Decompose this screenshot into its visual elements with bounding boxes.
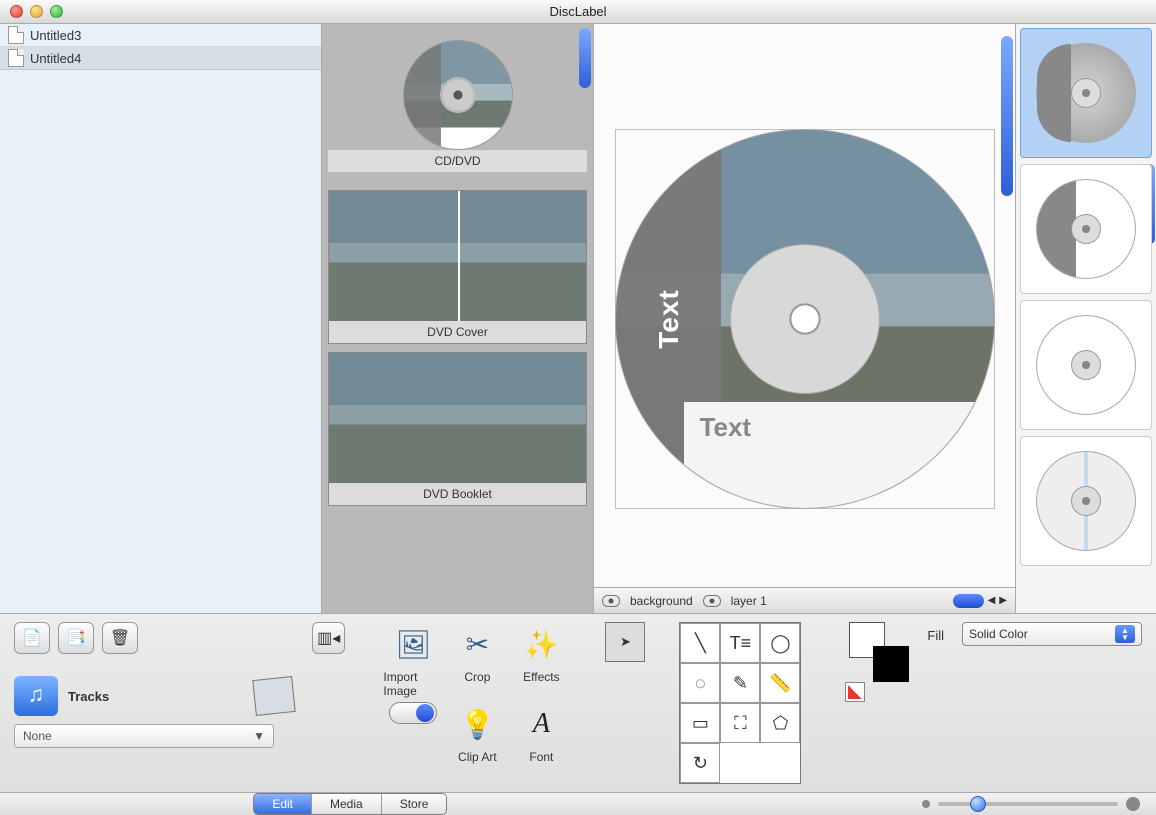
window-title: DiscLabel [0, 4, 1156, 19]
disc-preview[interactable]: Text Text [615, 129, 995, 509]
arc-tool[interactable]: ◌ [680, 663, 720, 703]
gallery-item[interactable] [1020, 28, 1152, 158]
effects-button[interactable]: ✨Effects [511, 622, 571, 698]
prev-layer-button[interactable]: ◀ [988, 595, 996, 606]
layer-indicator[interactable] [953, 594, 984, 608]
visibility-toggle-icon[interactable] [703, 595, 721, 607]
zoom-knob[interactable] [970, 796, 986, 812]
new-document-button[interactable]: 📄 [14, 622, 50, 654]
toggle-switch[interactable] [383, 702, 443, 764]
color-swatches[interactable] [849, 622, 909, 682]
selection-tool[interactable]: ➤ [605, 622, 645, 662]
scrollbar[interactable] [1001, 36, 1013, 196]
document-name: Untitled3 [30, 28, 81, 43]
rotate-tool[interactable]: ↻ [680, 743, 720, 783]
template-dvd-booklet[interactable]: + ✕ DVD Booklet [328, 352, 587, 506]
clipart-button[interactable]: 💡Clip Art [447, 702, 507, 764]
document-row[interactable]: Untitled3 [0, 24, 321, 47]
tracks-label: Tracks [68, 689, 109, 704]
fill-label: Fill [927, 628, 944, 643]
font-button[interactable]: AFont [511, 702, 571, 764]
template-label: DVD Booklet [329, 483, 586, 505]
zoom-in-icon[interactable] [1126, 797, 1140, 811]
import-image-button[interactable]: 🖼Import Image [383, 622, 443, 698]
background-swatch[interactable] [873, 646, 909, 682]
layer-name[interactable]: layer 1 [731, 594, 767, 608]
mode-tabs: Edit Media Store [253, 793, 447, 815]
layer-bar: background layer 1 ◀ ▶ [594, 587, 1015, 613]
polygon-tool[interactable]: ⬠ [760, 703, 800, 743]
element-templates-panel: + ✕ CD/DVD + ✕ DVD Cover + ✕ DVD Booklet [322, 24, 594, 613]
document-name: Untitled4 [30, 51, 81, 66]
layer-name[interactable]: background [630, 594, 693, 608]
crop-button[interactable]: ✂Crop [447, 622, 507, 698]
template-cd-dvd[interactable]: + ✕ CD/DVD [328, 30, 587, 182]
visibility-toggle-icon[interactable] [602, 595, 620, 607]
template-label: CD/DVD [328, 150, 587, 172]
document-list: Untitled3 Untitled4 [0, 24, 322, 613]
rect-tool[interactable]: ▭ [680, 703, 720, 743]
tab-edit[interactable]: Edit [254, 794, 312, 814]
tracks-list-icon[interactable] [252, 676, 296, 716]
tab-store[interactable]: Store [382, 794, 447, 814]
next-layer-button[interactable]: ▶ [999, 595, 1007, 606]
zoom-out-icon[interactable] [922, 800, 930, 808]
template-dvd-cover[interactable]: + ✕ DVD Cover [328, 190, 587, 344]
pencil-tool[interactable]: ✎ [720, 663, 760, 703]
titlebar: DiscLabel [0, 0, 1156, 24]
document-icon [8, 49, 24, 67]
transform-tool[interactable]: ⛶ [720, 703, 760, 743]
document-row[interactable]: Untitled4 [0, 47, 321, 70]
text-tool[interactable]: T≡ [720, 623, 760, 663]
itunes-icon [14, 676, 58, 716]
shape-tool-palette: ╲ T≡ ◯ ◌ ✎ 📏 ▭ ⛶ ⬠ ↻ [679, 622, 801, 784]
template-label: DVD Cover [329, 321, 586, 343]
zoom-slider[interactable] [922, 797, 1140, 811]
design-gallery [1016, 24, 1156, 613]
gallery-item[interactable] [1020, 300, 1152, 430]
disc-bottom-text[interactable]: Text [684, 402, 994, 508]
document-icon [8, 26, 24, 44]
gallery-item[interactable] [1020, 436, 1152, 566]
reset-colors-button[interactable] [845, 682, 865, 702]
bottom-toolbar: 📄 📑 🗑 Tracks None▼ ▥◂ 🖼Import [0, 614, 1156, 800]
design-canvas[interactable]: Text Text background layer 1 ◀ ▶ [594, 24, 1016, 613]
gallery-item[interactable] [1020, 164, 1152, 294]
delete-document-button[interactable]: 🗑 [102, 622, 138, 654]
duplicate-document-button[interactable]: 📑 [58, 622, 94, 654]
line-tool[interactable]: ╲ [680, 623, 720, 663]
fill-mode-select[interactable]: Solid Color ▲▼ [962, 622, 1142, 646]
tab-media[interactable]: Media [312, 794, 382, 814]
tracks-source-select[interactable]: None▼ [14, 724, 274, 748]
view-mode-toggle[interactable]: ▥◂ [312, 622, 345, 654]
disc-hub [730, 244, 880, 394]
ellipse-tool[interactable]: ◯ [760, 623, 800, 663]
measure-tool[interactable]: 📏 [760, 663, 800, 703]
